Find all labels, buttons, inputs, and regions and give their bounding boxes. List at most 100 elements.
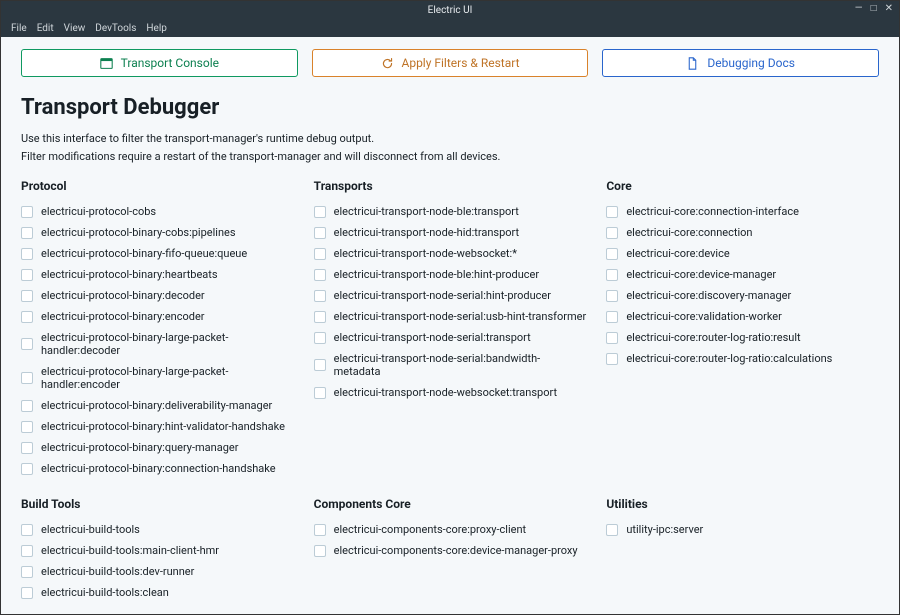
description-line-1: Use this interface to filter the transpo… [21,130,879,148]
checkbox[interactable] [21,566,33,578]
menu-edit[interactable]: Edit [37,23,54,34]
checkbox[interactable] [606,353,618,365]
checkbox[interactable] [314,359,326,371]
filter-item[interactable]: electricui-core:device [606,243,879,264]
filter-item[interactable]: electricui-protocol-binary-large-packet-… [21,361,294,395]
filter-item[interactable]: electricui-components-core:device-manage… [314,540,587,561]
filter-item[interactable]: electricui-protocol-binary:hint-validato… [21,416,294,437]
filter-item-label: electricui-core:validation-worker [626,310,782,323]
filter-item[interactable]: electricui-protocol-binary-large-packet-… [21,327,294,361]
menu-devtools[interactable]: DevTools [95,23,136,34]
checkbox[interactable] [21,269,33,281]
checkbox[interactable] [606,227,618,239]
filter-item[interactable]: electricui-transport-node-websocket:tran… [314,382,587,403]
refresh-icon [381,57,394,70]
checkbox[interactable] [314,545,326,557]
filter-item-label: electricui-protocol-binary-large-packet-… [41,331,294,357]
checkbox[interactable] [606,524,618,536]
checkbox[interactable] [314,227,326,239]
filter-item[interactable]: electricui-protocol-binary:encoder [21,306,294,327]
window-title: Electric UI [428,5,473,16]
section-title: Protocol [21,179,294,193]
checkbox[interactable] [314,206,326,218]
filter-item[interactable]: electricui-protocol-binary:connection-ha… [21,458,294,479]
menu-help[interactable]: Help [146,23,166,34]
page-title: Transport Debugger [21,95,879,120]
checkbox[interactable] [314,387,326,399]
filter-item[interactable]: utility-ipc:server [606,519,879,540]
filter-item[interactable]: electricui-transport-node-serial:usb-hin… [314,306,587,327]
checkbox[interactable] [21,463,33,475]
filter-item[interactable]: electricui-protocol-binary-fifo-queue:qu… [21,243,294,264]
filter-section: Utilitiesutility-ipc:server [606,497,879,603]
filter-item[interactable]: electricui-protocol-cobs [21,201,294,222]
checkbox[interactable] [314,290,326,302]
checkbox[interactable] [314,269,326,281]
menu-view[interactable]: View [64,23,86,34]
checkbox[interactable] [606,206,618,218]
filter-section: Protocolelectricui-protocol-cobselectric… [21,179,294,479]
filter-item[interactable]: electricui-transport-node-serial:bandwid… [314,348,587,382]
filter-section: Components Coreelectricui-components-cor… [314,497,587,603]
checkbox[interactable] [21,290,33,302]
menu-file[interactable]: File [11,23,27,34]
checkbox[interactable] [606,290,618,302]
checkbox[interactable] [314,332,326,344]
filter-item[interactable]: electricui-core:router-log-ratio:calcula… [606,348,879,369]
filter-item-label: electricui-protocol-binary:decoder [41,289,205,302]
transport-console-button[interactable]: Transport Console [21,49,298,77]
filter-item[interactable]: electricui-build-tools:main-client-hmr [21,540,294,561]
checkbox[interactable] [606,248,618,260]
titlebar: Electric UI — □ ✕ [1,1,899,19]
checkbox[interactable] [21,442,33,454]
filter-item[interactable]: electricui-build-tools:clean [21,582,294,603]
checkbox[interactable] [21,524,33,536]
checkbox[interactable] [21,372,33,384]
filter-item[interactable]: electricui-transport-node-hid:transport [314,222,587,243]
filter-item[interactable]: electricui-build-tools:dev-runner [21,561,294,582]
filter-item-label: electricui-protocol-binary:connection-ha… [41,462,276,475]
filter-item-label: electricui-transport-node-ble:hint-produ… [334,268,539,281]
checkbox[interactable] [21,400,33,412]
filter-item-label: electricui-build-tools:main-client-hmr [41,544,219,557]
filter-item[interactable]: electricui-core:validation-worker [606,306,879,327]
filter-item[interactable]: electricui-transport-node-ble:transport [314,201,587,222]
checkbox[interactable] [21,227,33,239]
filter-item[interactable]: electricui-core:discovery-manager [606,285,879,306]
filter-item[interactable]: electricui-transport-node-serial:transpo… [314,327,587,348]
maximize-icon[interactable]: □ [871,3,877,14]
document-icon [686,57,699,70]
filter-item[interactable]: electricui-core:device-manager [606,264,879,285]
checkbox[interactable] [21,338,33,350]
debugging-docs-button[interactable]: Debugging Docs [602,49,879,77]
checkbox[interactable] [21,311,33,323]
checkbox[interactable] [21,545,33,557]
filter-item[interactable]: electricui-core:connection [606,222,879,243]
checkbox[interactable] [606,311,618,323]
filter-item[interactable]: electricui-protocol-binary:query-manager [21,437,294,458]
close-icon[interactable]: ✕ [885,3,893,14]
filter-item[interactable]: electricui-transport-node-ble:hint-produ… [314,264,587,285]
filter-item[interactable]: electricui-protocol-binary-cobs:pipeline… [21,222,294,243]
checkbox[interactable] [314,248,326,260]
filter-item[interactable]: electricui-protocol-binary:decoder [21,285,294,306]
checkbox[interactable] [606,269,618,281]
checkbox[interactable] [606,332,618,344]
filter-item[interactable]: electricui-transport-node-websocket:* [314,243,587,264]
filter-item[interactable]: electricui-build-tools [21,519,294,540]
checkbox[interactable] [314,311,326,323]
filter-item-label: electricui-core:device [626,247,729,260]
checkbox[interactable] [21,248,33,260]
filter-item[interactable]: electricui-components-core:proxy-client [314,519,587,540]
filter-item[interactable]: electricui-protocol-binary:heartbeats [21,264,294,285]
apply-filters-button[interactable]: Apply Filters & Restart [312,49,589,77]
checkbox[interactable] [314,524,326,536]
filter-item[interactable]: electricui-core:connection-interface [606,201,879,222]
filter-item[interactable]: electricui-protocol-binary:deliverabilit… [21,395,294,416]
filter-item[interactable]: electricui-transport-node-serial:hint-pr… [314,285,587,306]
filter-item[interactable]: electricui-core:router-log-ratio:result [606,327,879,348]
checkbox[interactable] [21,206,33,218]
minimize-icon[interactable]: — [855,3,863,14]
checkbox[interactable] [21,587,33,599]
checkbox[interactable] [21,421,33,433]
